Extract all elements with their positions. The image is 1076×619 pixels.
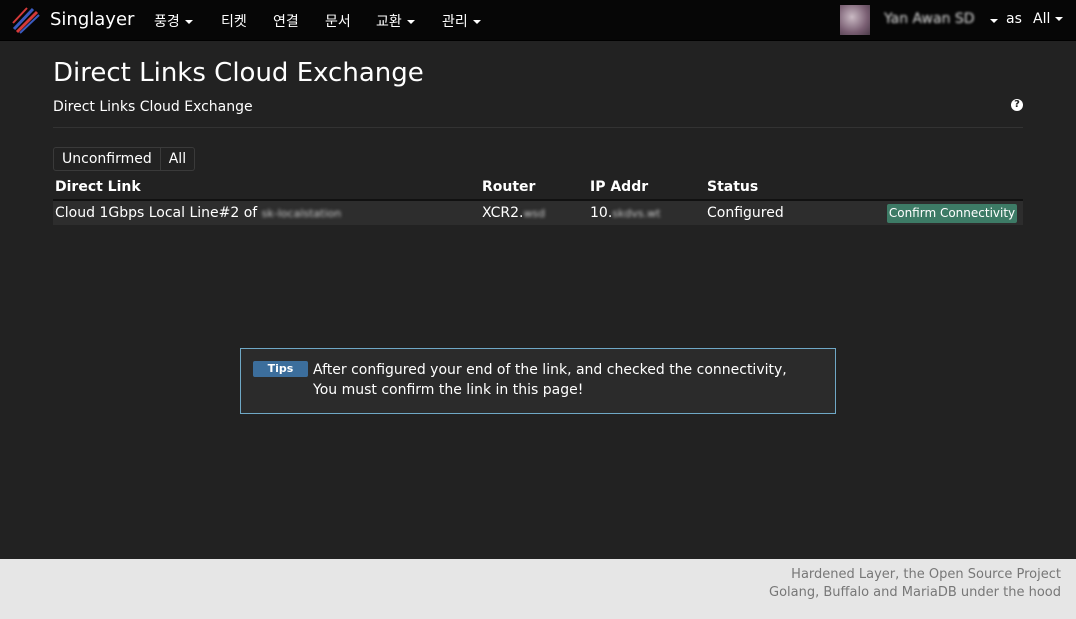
scope-menu[interactable]: All: [1033, 11, 1064, 27]
filter-button-group: Unconfirmed All: [53, 147, 196, 171]
column-header-status: Status: [707, 179, 759, 195]
brand-name[interactable]: Singlayer: [50, 9, 134, 30]
user-avatar[interactable]: [840, 5, 870, 35]
tips-text-line-1: After configured your end of the link, a…: [313, 362, 787, 378]
user-menu-caret-icon[interactable]: [990, 19, 998, 23]
nav-menu-label: 교환: [376, 14, 402, 30]
nav-menu-documents[interactable]: 문서: [325, 11, 351, 31]
scope-label: All: [1033, 11, 1051, 27]
caret-down-icon: [406, 20, 415, 24]
ip-address: 10.: [590, 205, 613, 221]
top-navbar: Singlayer 풍경 티켓 연결 문서 교환 관리 Yan Awan SD …: [0, 0, 1076, 41]
caret-down-icon: [184, 20, 193, 24]
filter-unconfirmed-button[interactable]: Unconfirmed: [53, 147, 161, 171]
nav-menu-label: 관리: [442, 14, 468, 30]
page-title: Direct Links Cloud Exchange: [53, 58, 424, 88]
filter-all-button[interactable]: All: [160, 147, 196, 171]
page-subtitle: Direct Links Cloud Exchange: [53, 99, 253, 115]
nav-menu-label: 연결: [273, 14, 299, 30]
nav-menu-tickets[interactable]: 티켓: [221, 11, 247, 31]
caret-down-icon: [1055, 17, 1064, 21]
direct-link-name: Cloud 1Gbps Local Line#2 of: [55, 205, 258, 221]
nav-menu-label: 티켓: [221, 14, 247, 30]
brand-logo-icon[interactable]: [11, 5, 41, 35]
caret-down-icon: [472, 20, 481, 24]
tips-panel: Tips After configured your end of the li…: [240, 348, 836, 414]
nav-menu-connections[interactable]: 연결: [273, 11, 299, 31]
page-footer: Hardened Layer, the Open Source Project …: [0, 559, 1076, 619]
cell-ip-addr: 10.skdvs.wt: [590, 205, 660, 221]
redacted-text: wsd: [523, 207, 546, 220]
as-label: as: [1006, 11, 1022, 27]
column-header-ip-addr: IP Addr: [590, 179, 649, 195]
confirm-connectivity-button[interactable]: Confirm Connectivity: [887, 204, 1017, 223]
router-name: XCR2.: [482, 205, 524, 221]
redacted-text: skdvs.wt: [612, 207, 661, 220]
column-header-direct-link: Direct Link: [55, 179, 141, 195]
help-icon[interactable]: ?: [1011, 99, 1023, 111]
cell-router: XCR2.wsd: [482, 205, 545, 221]
header-divider: [53, 127, 1023, 128]
tips-badge: Tips: [253, 361, 308, 377]
cell-status: Configured: [707, 205, 784, 221]
nav-menu-label: 풍경: [154, 14, 180, 30]
cell-direct-link[interactable]: Cloud 1Gbps Local Line#2 of sk-localstat…: [55, 205, 341, 221]
user-name[interactable]: Yan Awan SD: [884, 11, 975, 27]
footer-tech-line: Golang, Buffalo and MariaDB under the ho…: [769, 585, 1061, 600]
nav-menu-exchange[interactable]: 교환: [376, 11, 415, 31]
nav-menu-scenery[interactable]: 풍경: [154, 11, 193, 31]
footer-project-line: Hardened Layer, the Open Source Project: [791, 567, 1061, 582]
column-header-router: Router: [482, 179, 536, 195]
nav-menu-label: 문서: [325, 14, 351, 30]
redacted-text: sk-localstation: [261, 207, 342, 220]
nav-menu-admin[interactable]: 관리: [442, 11, 481, 31]
tips-text-line-2: You must confirm the link in this page!: [313, 382, 584, 398]
